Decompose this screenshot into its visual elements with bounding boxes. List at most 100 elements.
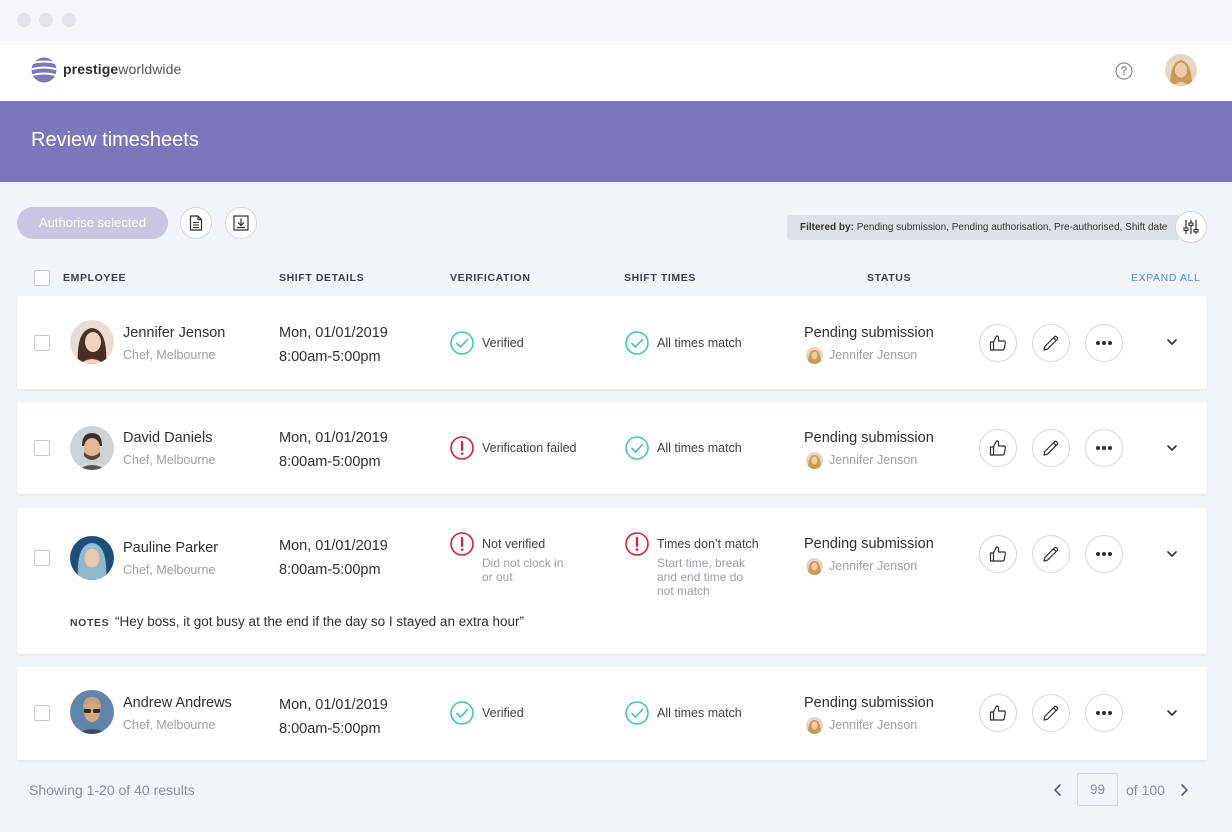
- employee-avatar: [70, 690, 114, 734]
- shift-time: 8:00am-5:00pm: [279, 454, 381, 470]
- active-filters[interactable]: Filtered by: Pending submission, Pending…: [787, 215, 1181, 240]
- verification-status: Not verified: [482, 537, 546, 551]
- page-number-input[interactable]: 99: [1077, 773, 1118, 806]
- shift-date: Mon, 01/01/2019: [279, 325, 388, 341]
- table-row[interactable]: Pauline Parker Chef, Melbourne Mon, 01/0…: [17, 508, 1207, 654]
- table-row[interactable]: Jennifer Jenson Chef, Melbourne Mon, 01/…: [17, 296, 1207, 389]
- select-all-checkbox[interactable]: [34, 270, 50, 286]
- more-horizontal-icon: [1096, 552, 1112, 556]
- authorise-selected-button[interactable]: Authorise selected: [17, 207, 168, 239]
- shift-time: 8:00am-5:00pm: [279, 349, 381, 365]
- status-user: Jennifer Jenson: [829, 453, 918, 467]
- verification-detail: Did not clock in or out: [482, 556, 564, 584]
- shift-time: 8:00am-5:00pm: [279, 721, 381, 737]
- download-icon: [233, 215, 249, 231]
- edit-button[interactable]: [1032, 324, 1070, 362]
- pencil-icon: [1043, 440, 1059, 456]
- more-horizontal-icon: [1096, 711, 1112, 715]
- employee-role: Chef, Melbourne: [123, 453, 216, 467]
- approve-button[interactable]: [979, 694, 1017, 732]
- more-options-button[interactable]: [1085, 694, 1123, 732]
- status-label: Pending submission: [804, 430, 934, 446]
- row-checkbox[interactable]: [34, 335, 50, 351]
- pencil-icon: [1043, 705, 1059, 721]
- approve-button[interactable]: [979, 535, 1017, 573]
- employee-name[interactable]: David Daniels: [123, 430, 212, 446]
- column-verification[interactable]: VERIFICATION: [450, 272, 531, 284]
- check-circle-icon: [625, 436, 649, 460]
- pencil-icon: [1043, 335, 1059, 351]
- employee-name[interactable]: Jennifer Jenson: [123, 325, 225, 341]
- window-maximize-button[interactable]: [62, 13, 76, 27]
- window-close-button[interactable]: [17, 13, 31, 27]
- alert-circle-icon: [450, 436, 474, 460]
- employee-role: Chef, Melbourne: [123, 348, 216, 362]
- window-titlebar: [0, 0, 1232, 41]
- results-count: Showing 1-20 of 40 results: [29, 782, 195, 798]
- filter-settings-button[interactable]: [1175, 211, 1207, 243]
- check-circle-icon: [450, 701, 474, 725]
- user-avatar[interactable]: [1165, 54, 1197, 86]
- verification-status: Verified: [482, 336, 524, 350]
- thumbs-up-icon: [989, 546, 1006, 562]
- row-checkbox[interactable]: [34, 550, 50, 566]
- chevron-right-icon[interactable]: [1178, 783, 1190, 797]
- chevron-left-icon[interactable]: [1052, 783, 1064, 797]
- page-title: Review timesheets: [31, 129, 199, 151]
- thumbs-up-icon: [989, 705, 1006, 721]
- column-status[interactable]: STATUS: [867, 272, 911, 284]
- check-circle-icon: [625, 331, 649, 355]
- document-icon: [189, 215, 203, 231]
- chevron-down-icon[interactable]: [1166, 336, 1178, 348]
- status-user: Jennifer Jenson: [829, 718, 918, 732]
- help-circle-icon[interactable]: [1115, 62, 1133, 80]
- column-employee[interactable]: EMPLOYEE: [63, 272, 126, 284]
- shift-times-status: Times don’t match: [657, 537, 759, 551]
- employee-name[interactable]: Andrew Andrews: [123, 695, 232, 711]
- row-checkbox[interactable]: [34, 440, 50, 456]
- notes-label: NOTES: [70, 617, 110, 629]
- alert-circle-icon: [450, 532, 474, 556]
- edit-button[interactable]: [1032, 429, 1070, 467]
- status-user: Jennifer Jenson: [829, 348, 918, 362]
- verification-status: Verification failed: [482, 441, 577, 455]
- column-shift-details[interactable]: SHIFT DETAILS: [279, 272, 364, 284]
- approve-button[interactable]: [979, 324, 1017, 362]
- chevron-down-icon[interactable]: [1166, 548, 1178, 560]
- edit-button[interactable]: [1032, 694, 1070, 732]
- more-options-button[interactable]: [1085, 429, 1123, 467]
- report-button[interactable]: [180, 207, 212, 239]
- window-minimize-button[interactable]: [39, 13, 53, 27]
- pencil-icon: [1043, 546, 1059, 562]
- chevron-down-icon[interactable]: [1166, 442, 1178, 454]
- download-button[interactable]: [225, 207, 257, 239]
- top-navigation: prestigeworldwide: [0, 41, 1232, 101]
- chevron-down-icon[interactable]: [1166, 707, 1178, 719]
- row-checkbox[interactable]: [34, 705, 50, 721]
- more-options-button[interactable]: [1085, 324, 1123, 362]
- more-horizontal-icon: [1096, 341, 1112, 345]
- table-row[interactable]: Andrew Andrews Chef, Melbourne Mon, 01/0…: [17, 667, 1207, 760]
- approve-button[interactable]: [979, 429, 1017, 467]
- table-header: EMPLOYEE SHIFT DETAILS VERIFICATION SHIF…: [0, 266, 1232, 290]
- employee-role: Chef, Melbourne: [123, 718, 216, 732]
- brand-name: prestigeworldwide: [63, 61, 182, 77]
- brand-logo-icon[interactable]: [31, 57, 57, 83]
- column-shift-times[interactable]: SHIFT TIMES: [624, 272, 696, 284]
- employee-avatar: [70, 426, 114, 470]
- shift-times-status: All times match: [657, 336, 742, 350]
- status-label: Pending submission: [804, 536, 934, 552]
- table-row[interactable]: David Daniels Chef, Melbourne Mon, 01/01…: [17, 402, 1207, 494]
- shift-date: Mon, 01/01/2019: [279, 538, 388, 554]
- check-circle-icon: [625, 701, 649, 725]
- more-options-button[interactable]: [1085, 535, 1123, 573]
- status-label: Pending submission: [804, 325, 934, 341]
- shift-times-status: All times match: [657, 441, 742, 455]
- employee-name[interactable]: Pauline Parker: [123, 540, 218, 556]
- notes-text: “Hey boss, it got busy at the end if the…: [115, 614, 524, 629]
- shift-times-status: All times match: [657, 706, 742, 720]
- thumbs-up-icon: [989, 335, 1006, 351]
- expand-all-link[interactable]: EXPAND ALL: [1131, 272, 1200, 284]
- edit-button[interactable]: [1032, 535, 1070, 573]
- more-horizontal-icon: [1096, 446, 1112, 450]
